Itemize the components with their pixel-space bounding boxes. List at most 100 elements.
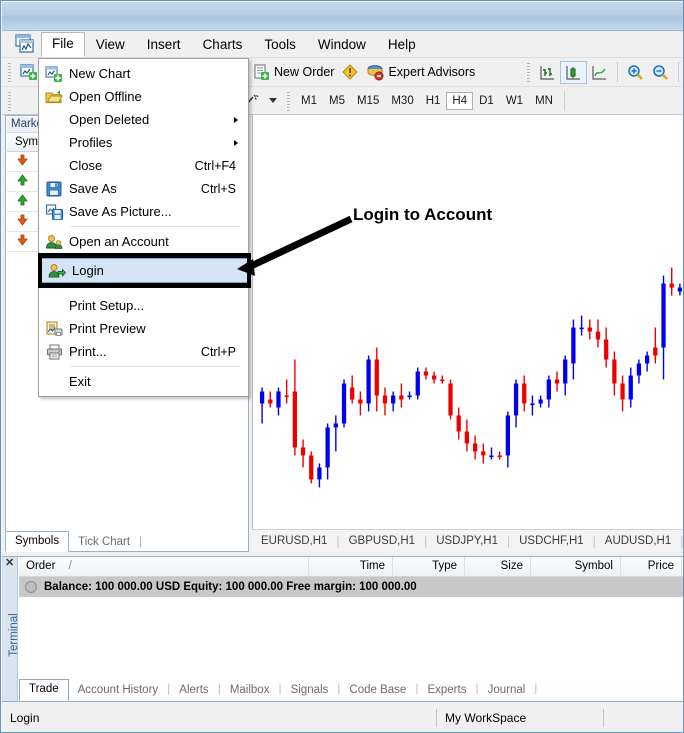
- chart-tab-eurusd[interactable]: EURUSD,H1: [252, 532, 336, 550]
- timeframe-m15-label: M15: [357, 95, 379, 107]
- timeframe-h4[interactable]: H4: [446, 92, 473, 110]
- tab-divider: |: [534, 681, 537, 701]
- line-chart-button[interactable]: [587, 61, 612, 84]
- balance-row[interactable]: Balance: 100 000.00 USD Equity: 100 000.…: [19, 577, 684, 597]
- terminal-tab-signals[interactable]: Signals: [282, 680, 338, 701]
- terminal-tabs: Trade Account History | Alerts | Mailbox…: [19, 674, 684, 701]
- menu-icon-slot: [39, 370, 69, 393]
- arrow-down-icon: [17, 154, 28, 169]
- print-preview-icon: [39, 317, 69, 340]
- new-order-icon: [253, 64, 270, 81]
- menu-item-login[interactable]: Login: [42, 258, 247, 283]
- menu-item-open-offline[interactable]: Open Offline: [39, 85, 248, 108]
- terminal-tab-experts[interactable]: Experts: [418, 680, 475, 701]
- menu-window-label: Window: [318, 37, 366, 52]
- chart-tab-usdchf[interactable]: USDCHF,H1: [510, 532, 593, 550]
- menu-item-print-setup[interactable]: Print Setup...: [39, 294, 248, 317]
- menu-item-login-label: Login: [72, 263, 247, 278]
- column-order[interactable]: Order /: [19, 557, 309, 576]
- column-type[interactable]: Type: [393, 557, 465, 576]
- terminal-tab-trade[interactable]: Trade: [19, 679, 69, 701]
- terminal-tab-journal[interactable]: Journal: [479, 680, 535, 701]
- chart-panel[interactable]: [252, 115, 684, 529]
- column-symbol[interactable]: Symbol: [531, 557, 621, 576]
- save-disk-icon: [39, 177, 69, 200]
- chart-tab-audusd[interactable]: AUDUSD,H1: [596, 532, 680, 550]
- menu-icon-slot: [39, 108, 69, 131]
- new-order-button[interactable]: New Order: [249, 61, 338, 84]
- terminal-tab-alerts[interactable]: Alerts: [170, 680, 217, 701]
- chart-tab-audusd-label: AUDUSD,H1: [605, 535, 671, 547]
- menu-item-close[interactable]: Close Ctrl+F4: [39, 154, 248, 177]
- menu-item-exit[interactable]: Exit: [39, 370, 248, 393]
- tab-tick-chart[interactable]: Tick Chart: [69, 533, 139, 552]
- menu-help-label: Help: [388, 37, 416, 52]
- bar-chart-button[interactable]: [535, 61, 560, 84]
- menu-item-profiles[interactable]: Profiles: [39, 131, 248, 154]
- login-person-icon: [42, 259, 72, 282]
- menu-item-new-chart[interactable]: New Chart: [39, 62, 248, 85]
- terminal-tab-account-history[interactable]: Account History: [69, 680, 168, 701]
- menu-charts[interactable]: Charts: [192, 33, 254, 57]
- metatrader-window: File View Insert Charts Tools Window Hel…: [0, 0, 684, 733]
- menu-item-profiles-label: Profiles: [69, 135, 234, 150]
- candlestick-chart-button[interactable]: [560, 61, 587, 84]
- menu-tools[interactable]: Tools: [253, 33, 307, 57]
- menu-item-print[interactable]: Print... Ctrl+P: [39, 340, 248, 363]
- chart-tab-gbpusd[interactable]: GBPUSD,H1: [340, 532, 424, 550]
- new-order-label: New Order: [274, 65, 334, 79]
- submenu-arrow-icon: [234, 117, 238, 123]
- timeframe-mn[interactable]: MN: [529, 92, 559, 110]
- menu-item-save-as[interactable]: Save As Ctrl+S: [39, 177, 248, 200]
- chart-tab-eurusd-label: EURUSD,H1: [261, 535, 327, 547]
- menu-window[interactable]: Window: [307, 33, 377, 57]
- new-chart-icon: [39, 62, 69, 85]
- menu-item-print-preview[interactable]: Print Preview: [39, 317, 248, 340]
- close-icon[interactable]: ✕: [5, 558, 14, 569]
- menu-file[interactable]: File: [41, 32, 85, 57]
- menu-help[interactable]: Help: [377, 33, 427, 57]
- menu-item-save-as-picture[interactable]: Save As Picture...: [39, 200, 248, 223]
- toolbar-grip-4[interactable]: [285, 91, 292, 111]
- terminal-tab-code-base[interactable]: Code Base: [340, 680, 415, 701]
- timeframe-m1[interactable]: M1: [295, 92, 323, 110]
- timeframe-d1[interactable]: D1: [473, 92, 500, 110]
- menu-insert[interactable]: Insert: [136, 33, 192, 57]
- timeframe-w1[interactable]: W1: [500, 92, 529, 110]
- menu-item-open-deleted-label: Open Deleted: [69, 112, 234, 127]
- zoom-out-button[interactable]: [648, 61, 673, 84]
- chart-tab-gbpusd-label: GBPUSD,H1: [349, 535, 415, 547]
- menu-item-open-an-account[interactable]: Open an Account: [39, 230, 248, 253]
- menu-item-print-preview-label: Print Preview: [69, 321, 248, 336]
- column-size[interactable]: Size: [465, 557, 531, 576]
- timeframe-h1-label: H1: [426, 95, 441, 107]
- menu-item-save-as-label: Save As: [69, 181, 201, 196]
- arrow-down-icon: [17, 234, 28, 249]
- column-price[interactable]: Price: [621, 557, 682, 576]
- menu-item-print-label: Print...: [69, 344, 201, 359]
- toolbar-grip-3[interactable]: [6, 91, 13, 111]
- toolbar-grip-2[interactable]: [525, 62, 532, 82]
- timeframe-h1[interactable]: H1: [420, 92, 447, 110]
- tab-symbols[interactable]: Symbols: [5, 531, 69, 552]
- timeframe-m5[interactable]: M5: [323, 92, 351, 110]
- candlestick-chart: [253, 115, 684, 528]
- menu-view[interactable]: View: [85, 33, 136, 57]
- zoom-in-button[interactable]: [623, 61, 648, 84]
- toolbar-grip[interactable]: [6, 62, 13, 82]
- menu-item-open-deleted[interactable]: Open Deleted: [39, 108, 248, 131]
- timeframe-m15[interactable]: M15: [351, 92, 385, 110]
- expert-advisors-label: Expert Advisors: [388, 65, 475, 79]
- candlestick-chart-icon: [565, 64, 582, 81]
- chart-tab-usdchf-label: USDCHF,H1: [519, 535, 584, 547]
- timeframe-m30[interactable]: M30: [385, 92, 419, 110]
- column-time[interactable]: Time: [309, 557, 393, 576]
- save-picture-icon: [39, 200, 69, 223]
- alert-button[interactable]: [338, 61, 362, 84]
- chart-tab-usdjpy[interactable]: USDJPY,H1: [427, 532, 507, 550]
- timeframe-mn-label: MN: [535, 95, 553, 107]
- dropdown-arrow-icon[interactable]: [269, 98, 277, 103]
- menu-item-exit-label: Exit: [69, 374, 248, 389]
- terminal-tab-mailbox[interactable]: Mailbox: [221, 680, 279, 701]
- expert-advisors-button[interactable]: Expert Advisors: [362, 61, 479, 84]
